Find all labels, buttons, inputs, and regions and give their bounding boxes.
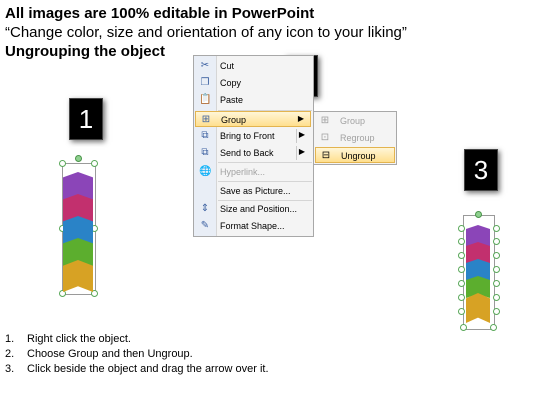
copy-icon: ❐ [200, 77, 210, 88]
submenu-item-label: Regroup [340, 133, 375, 143]
menu-item-label: Save as Picture... [220, 186, 291, 196]
menu-item-label: Paste [220, 95, 244, 105]
format-icon: ✎ [200, 220, 210, 231]
resize-handle[interactable] [91, 160, 98, 167]
rotation-handle[interactable] [475, 211, 482, 218]
header-subtitle: “Change color, size and orientation of a… [5, 24, 407, 41]
resize-handle[interactable] [458, 294, 465, 301]
rotation-handle[interactable] [75, 155, 82, 162]
menu-item-format-shape[interactable]: ✎ Format Shape... [195, 218, 311, 234]
split-divider [296, 146, 297, 160]
paste-icon: 📋 [199, 94, 212, 105]
submenu-item-ungroup[interactable]: ⊟ Ungroup [315, 147, 395, 163]
resize-handle[interactable] [493, 238, 500, 245]
menu-item-copy[interactable]: ❐ Copy [195, 75, 311, 91]
menu-item-size-and-position[interactable]: ⇕ Size and Position... [195, 201, 311, 217]
menu-item-label: Group [221, 115, 247, 125]
resize-handle[interactable] [458, 308, 465, 315]
resize-handle[interactable] [493, 266, 500, 273]
menu-item-label: Size and Position... [220, 204, 298, 214]
resize-handle[interactable] [458, 266, 465, 273]
bring-front-icon: ⧉ [201, 130, 209, 141]
resize-handle[interactable] [493, 225, 500, 232]
group-submenu: ⊞ Group ⊡ Regroup ⊟ Ungroup [313, 111, 397, 165]
menu-item-send-to-back[interactable]: ⧉ Send to Back ▶ [195, 145, 311, 161]
group-icon: ⊞ [320, 115, 330, 126]
group-icon: ⊞ [201, 114, 211, 125]
menu-item-label: Bring to Front [220, 131, 275, 141]
resize-handle[interactable] [493, 280, 500, 287]
send-back-icon: ⧉ [201, 147, 209, 158]
submenu-item-regroup[interactable]: ⊡ Regroup [315, 130, 395, 146]
menu-item-label: Send to Back [220, 148, 274, 158]
submenu-item-label: Group [340, 116, 366, 126]
scissors-icon: ✂ [200, 60, 210, 71]
menu-item-hyperlink[interactable]: 🌐 Hyperlink... [195, 164, 311, 180]
resize-handle[interactable] [458, 280, 465, 287]
instructions-list: 1. Right click the object. 2. Choose Group… [5, 332, 269, 377]
submenu-item-group[interactable]: ⊞ Group [315, 113, 395, 129]
menu-item-label: Cut [220, 61, 235, 71]
instruction-item: 1. Right click the object. [5, 332, 269, 347]
resize-handle[interactable] [458, 225, 465, 232]
header: All images are 100% editable in PowerPoi… [5, 4, 407, 61]
instruction-number: 2. [5, 348, 15, 360]
size-icon: ⇕ [200, 203, 210, 214]
context-menu: ✂ Cut ❐ Copy 📋 Paste ⊞ Group ▶ ⧉ Bring t… [193, 55, 314, 237]
globe-icon: 🌐 [199, 166, 212, 177]
instruction-number: 1. [5, 333, 15, 345]
resize-handle[interactable] [458, 238, 465, 245]
menu-separator [218, 181, 312, 182]
resize-handle[interactable] [458, 252, 465, 259]
instruction-item: 3. Click beside the object and drag the a… [5, 362, 269, 377]
resize-handle[interactable] [493, 308, 500, 315]
menu-item-label: Format Shape... [220, 221, 285, 231]
instruction-number: 3. [5, 363, 15, 375]
step-1-badge: 1 [69, 98, 103, 140]
menu-item-cut[interactable]: ✂ Cut [195, 58, 311, 74]
resize-handle[interactable] [59, 160, 66, 167]
ungroup-icon: ⊟ [321, 150, 331, 161]
split-divider [296, 129, 297, 143]
menu-separator [218, 162, 312, 163]
instruction-text: Choose Group and then Ungroup. [27, 348, 193, 360]
resize-handle[interactable] [493, 294, 500, 301]
step-3-badge: 3 [464, 149, 498, 191]
instruction-text: Right click the object. [27, 333, 131, 345]
menu-item-paste[interactable]: 📋 Paste [195, 92, 311, 108]
regroup-icon: ⊡ [320, 132, 330, 143]
resize-handle[interactable] [460, 324, 467, 331]
submenu-item-label: Ungroup [341, 151, 376, 161]
menu-item-group[interactable]: ⊞ Group ▶ [195, 111, 311, 127]
menu-item-save-as-picture[interactable]: Save as Picture... [195, 183, 311, 199]
submenu-arrow-icon[interactable]: ▶ [299, 130, 305, 139]
menu-item-label: Hyperlink... [220, 167, 266, 177]
resize-handle[interactable] [490, 324, 497, 331]
menu-item-label: Copy [220, 78, 242, 88]
header-title: All images are 100% editable in PowerPoi… [5, 5, 315, 22]
submenu-arrow-icon: ▶ [297, 114, 304, 123]
submenu-arrow-icon[interactable]: ▶ [299, 147, 305, 156]
instruction-text: Click beside the object and drag the arr… [27, 363, 269, 375]
menu-item-bring-to-front[interactable]: ⧉ Bring to Front ▶ [195, 128, 311, 144]
instruction-item: 2. Choose Group and then Ungroup. [5, 347, 269, 362]
resize-handle[interactable] [493, 252, 500, 259]
